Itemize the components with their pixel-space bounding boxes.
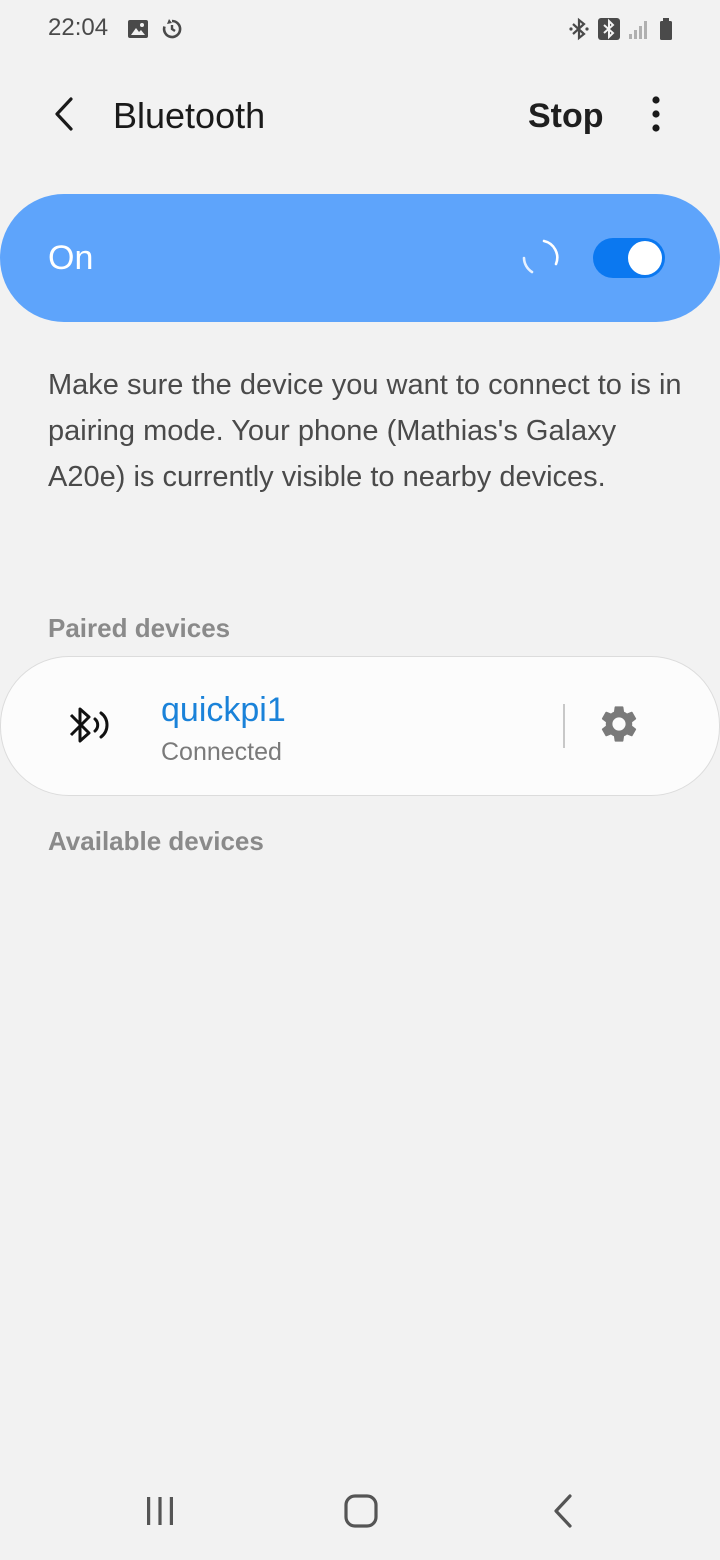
stop-button[interactable]: Stop <box>528 92 604 140</box>
back-icon <box>551 1493 575 1534</box>
bluetooth-audio-icon <box>63 703 115 747</box>
paired-devices-header: Paired devices <box>48 613 231 643</box>
toggle-knob <box>628 241 662 275</box>
status-bar: 22:04 <box>0 0 720 60</box>
home-icon <box>342 1492 380 1535</box>
home-button[interactable] <box>331 1488 391 1538</box>
back-button[interactable] <box>40 92 88 140</box>
image-icon <box>126 17 150 46</box>
navigation-bar <box>0 1470 720 1560</box>
bluetooth-connected-icon <box>598 17 620 46</box>
pairing-description: Make sure the device you want to connect… <box>48 369 682 493</box>
loading-spinner-icon <box>518 236 562 280</box>
bluetooth-master-switch[interactable]: On <box>0 194 720 322</box>
device-status: Connected <box>161 738 282 766</box>
status-time: 22:04 <box>48 14 109 41</box>
page-title: Bluetooth <box>113 95 266 136</box>
status-right-icons <box>568 17 674 46</box>
app-bar: Bluetooth Stop <box>0 70 720 162</box>
device-settings-button[interactable] <box>595 702 643 750</box>
signal-icon <box>628 17 650 46</box>
gear-icon <box>597 702 641 751</box>
back-chevron-icon <box>51 96 77 137</box>
bluetooth-icon <box>568 17 590 46</box>
sync-icon <box>160 17 184 46</box>
bluetooth-toggle[interactable] <box>593 238 665 278</box>
available-devices-header: Available devices <box>48 826 264 856</box>
recents-button[interactable] <box>130 1488 190 1538</box>
device-name: quickpi1 <box>161 691 286 729</box>
paired-device-card[interactable]: quickpi1 Connected <box>0 656 720 796</box>
more-vertical-icon <box>651 95 661 137</box>
more-options-button[interactable] <box>636 90 676 142</box>
status-left-icons <box>126 17 184 46</box>
recents-icon <box>143 1494 177 1533</box>
battery-icon <box>658 17 674 46</box>
nav-back-button[interactable] <box>533 1488 593 1538</box>
master-switch-label: On <box>48 239 94 277</box>
divider <box>563 704 565 748</box>
